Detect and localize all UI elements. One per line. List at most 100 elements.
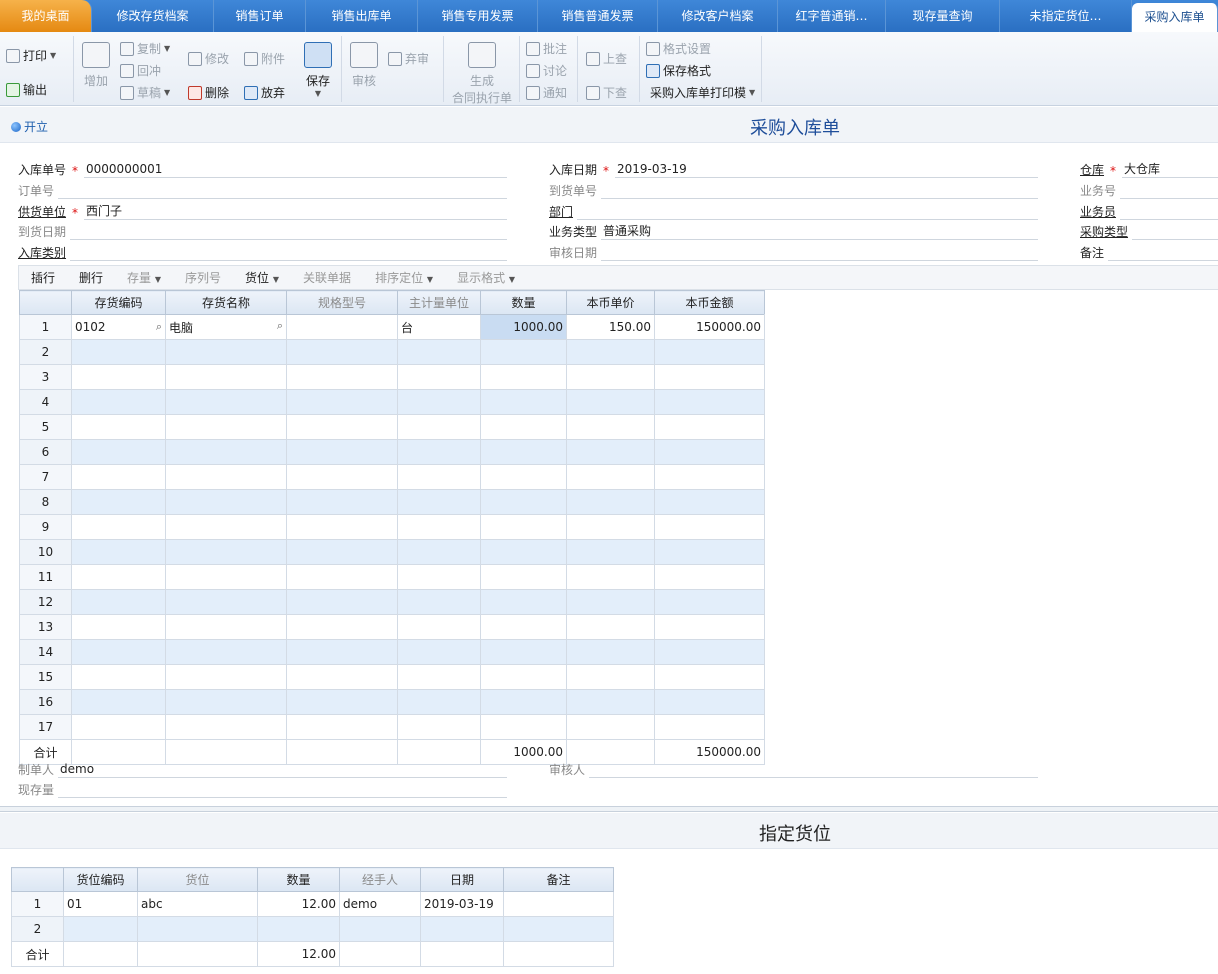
arrival-date-field[interactable]: 到货日期 <box>18 222 507 240</box>
maker-field[interactable]: 制单人 demo <box>18 760 507 778</box>
cell-amount[interactable] <box>654 389 765 415</box>
cell-qty[interactable] <box>480 714 567 740</box>
tab-sales-outbound[interactable]: 销售出库单 <box>306 0 418 32</box>
cell-handler[interactable]: demo <box>339 891 421 917</box>
biz-type-field[interactable]: 业务类型 普通采购 <box>549 222 1038 240</box>
save-format-button[interactable]: 保存格式 <box>646 62 711 79</box>
cell-price[interactable] <box>566 689 655 715</box>
cell-qty[interactable] <box>480 389 567 415</box>
cell-code[interactable] <box>71 539 166 565</box>
table-row[interactable]: 13 <box>19 614 765 640</box>
cell-price[interactable]: 150.00 <box>566 314 655 340</box>
cell-name[interactable] <box>165 639 287 665</box>
cell-spec[interactable] <box>286 689 398 715</box>
column-header[interactable]: 经手人 <box>339 867 421 892</box>
print-template-select[interactable]: 采购入库单打印模 ▼ <box>650 84 755 101</box>
cell-unit[interactable] <box>397 389 481 415</box>
cell-location[interactable] <box>137 916 258 942</box>
remark-field[interactable]: 备注 <box>1080 243 1218 261</box>
cell-price[interactable] <box>566 364 655 390</box>
tab-desktop[interactable]: 我的桌面 <box>0 0 92 32</box>
arrival-no-field[interactable]: 到货单号 <box>549 181 1038 199</box>
annotate-button[interactable]: 批注 <box>526 40 567 57</box>
cell-name[interactable] <box>165 714 287 740</box>
table-row[interactable]: 12 <box>19 589 765 615</box>
cell-amount[interactable] <box>654 464 765 490</box>
cell-price[interactable] <box>566 339 655 365</box>
abandon-button[interactable]: 放弃 <box>244 84 285 101</box>
cell-price[interactable] <box>566 464 655 490</box>
cell-name[interactable] <box>165 439 287 465</box>
cell-qty[interactable]: 1000.00 <box>480 314 567 340</box>
business-no-field[interactable]: 业务号 <box>1080 181 1218 199</box>
cell-amount[interactable] <box>654 414 765 440</box>
cell-unit[interactable] <box>397 514 481 540</box>
cell-amount[interactable]: 150000.00 <box>654 314 765 340</box>
cell-amount[interactable] <box>654 614 765 640</box>
column-header[interactable]: 备注 <box>503 867 614 892</box>
prev-query-button[interactable]: 上查 <box>586 50 627 67</box>
cell-spec[interactable] <box>286 514 398 540</box>
tab-stock-query[interactable]: 现存量查询 <box>886 0 1000 32</box>
cell-unit[interactable] <box>397 414 481 440</box>
cell-code[interactable] <box>71 464 166 490</box>
cell-date[interactable]: 2019-03-19 <box>420 891 504 917</box>
add-button[interactable]: 增加 <box>82 42 110 89</box>
column-header[interactable]: 规格型号 <box>286 290 398 315</box>
cell-qty[interactable] <box>480 564 567 590</box>
purchase-type-field[interactable]: 采购类型 <box>1080 222 1218 240</box>
column-header[interactable]: 主计量单位 <box>397 290 481 315</box>
cell-code[interactable] <box>71 339 166 365</box>
save-button[interactable]: 保存 ▼ <box>304 42 332 98</box>
cell-spec[interactable] <box>286 414 398 440</box>
cell-qty[interactable] <box>480 339 567 365</box>
auditor-field[interactable]: 审核人 <box>549 760 1038 778</box>
cell-price[interactable] <box>566 589 655 615</box>
cell-price[interactable] <box>566 639 655 665</box>
table-row[interactable]: 9 <box>19 514 765 540</box>
cell-qty[interactable] <box>257 916 340 942</box>
cell-qty[interactable] <box>480 639 567 665</box>
attach-button[interactable]: 附件 <box>244 50 285 67</box>
tab-edit-inventory[interactable]: 修改存货档案 <box>92 0 214 32</box>
cell-code[interactable] <box>71 514 166 540</box>
cell-amount[interactable] <box>654 589 765 615</box>
table-row[interactable]: 2 <box>11 916 614 942</box>
cell-amount[interactable] <box>654 514 765 540</box>
cell-amount[interactable] <box>654 364 765 390</box>
cell-code[interactable] <box>71 664 166 690</box>
cell-name[interactable] <box>165 339 287 365</box>
tab-edit-customer[interactable]: 修改客户档案 <box>658 0 778 32</box>
cell-amount[interactable] <box>654 339 765 365</box>
redo-button[interactable]: 回冲 <box>120 62 161 79</box>
cell-qty[interactable] <box>480 514 567 540</box>
tab-sales-order[interactable]: 销售订单 <box>214 0 306 32</box>
cell-unit[interactable] <box>397 689 481 715</box>
cell-price[interactable] <box>566 564 655 590</box>
cell-qty[interactable] <box>480 689 567 715</box>
cell-remark[interactable] <box>503 916 614 942</box>
cell-code[interactable] <box>71 439 166 465</box>
cell-code[interactable]: 0102 ⌕ <box>71 314 166 340</box>
review-button[interactable]: 审核 <box>350 42 378 89</box>
cell-remark[interactable] <box>503 891 614 917</box>
cell-name[interactable] <box>165 514 287 540</box>
cell-name[interactable] <box>165 414 287 440</box>
cell-code[interactable] <box>71 639 166 665</box>
cell-spec[interactable] <box>286 589 398 615</box>
cell-spec[interactable] <box>286 539 398 565</box>
stock-button[interactable]: 存量 ▼ <box>115 269 173 286</box>
cell-price[interactable] <box>566 514 655 540</box>
table-row[interactable]: 17 <box>19 714 765 740</box>
cell-price[interactable] <box>566 664 655 690</box>
cell-price[interactable] <box>566 539 655 565</box>
cell-unit[interactable] <box>397 439 481 465</box>
cell-spec[interactable] <box>286 439 398 465</box>
link-doc-button[interactable]: 关联单据 <box>291 269 363 286</box>
cell-code[interactable] <box>71 414 166 440</box>
sort-button[interactable]: 排序定位 ▼ <box>363 269 445 286</box>
cell-spec[interactable] <box>286 339 398 365</box>
cell-location-code[interactable]: 01 <box>63 891 138 917</box>
clerk-field[interactable]: 业务员 <box>1080 202 1218 220</box>
cell-date[interactable] <box>420 916 504 942</box>
